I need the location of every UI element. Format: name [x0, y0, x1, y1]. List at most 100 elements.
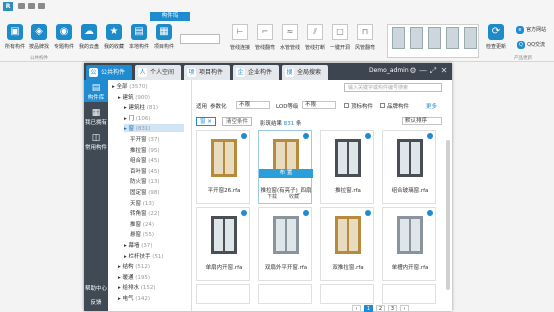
filter-use-param[interactable]: 参数化: [210, 102, 227, 110]
component-card[interactable]: [258, 284, 312, 304]
feedback-link[interactable]: 反馈: [84, 298, 108, 306]
filter-lod-dropdown[interactable]: 不限: [302, 101, 336, 109]
tree-node-label: 窗: [128, 126, 135, 133]
tree-node-count: (3570): [129, 84, 148, 90]
tool-pipe-break[interactable]: ⫽ 管线打断: [304, 24, 326, 51]
tree-node[interactable]: 固定窗 (98): [130, 188, 160, 196]
tree-node[interactable]: 平开窗 (37): [130, 135, 160, 143]
component-card[interactable]: 推拉窗(有亮子)_四扇布 置下载 收藏: [258, 130, 313, 204]
tree-node-label: 推拉窗: [130, 147, 147, 154]
clear-filters-button[interactable]: 清空条件: [222, 117, 253, 126]
component-card[interactable]: [196, 284, 250, 304]
filter-checkbox-2[interactable]: [380, 103, 385, 108]
ribbon-search-input[interactable]: [180, 34, 220, 44]
tree-node[interactable]: 悬窗 (55): [130, 230, 154, 238]
component-gallery[interactable]: [387, 24, 479, 58]
component-card[interactable]: 双推拉窗.rfa: [320, 207, 374, 281]
tree-node[interactable]: ▸ 窗 (831): [124, 124, 184, 133]
tool-pipe-bend[interactable]: ⌐ 管线翻弯: [254, 24, 276, 51]
maximize-icon[interactable]: ⤢: [428, 66, 438, 76]
tool-duct-bend[interactable]: ⊓ 风管翻弯: [354, 24, 376, 51]
project-components-button[interactable]: ▦ 项目构件: [152, 24, 176, 50]
topic-button[interactable]: ◉ 专题构件: [52, 24, 76, 50]
qq-icon: Q: [516, 41, 525, 49]
tree-node[interactable]: ▸ 暖通 (195): [118, 273, 150, 281]
gallery-item[interactable]: [392, 27, 405, 49]
sort-dropdown[interactable]: 默认排序: [402, 117, 442, 125]
favorite-button[interactable]: 收藏: [289, 193, 299, 200]
component-card[interactable]: 单槽内开窗.rfa: [382, 207, 436, 281]
user-name[interactable]: Demo_admin: [369, 67, 409, 74]
place-button[interactable]: 布 置: [259, 169, 313, 178]
active-filter-chip[interactable]: 窗 ✕: [196, 117, 216, 126]
window-thumbnail: [389, 214, 431, 256]
minimize-icon[interactable]: —: [418, 66, 428, 75]
gallery-item[interactable]: [410, 27, 423, 49]
help-center-link[interactable]: 帮助中心: [84, 284, 108, 292]
sidebar-item-owned[interactable]: ▦ 我已拥有: [84, 105, 108, 127]
tree-node-count: (24): [142, 221, 155, 228]
window-tab-bar: 公公共构件 人个人空间 项项目构件 企企业构件 搜全局搜索 Demo_admin…: [84, 63, 452, 80]
tab-personal[interactable]: 人个人空间: [135, 65, 181, 80]
tab-public[interactable]: 公公共构件: [86, 65, 132, 80]
tab-global-search[interactable]: 搜全局搜索: [282, 65, 328, 80]
component-card[interactable]: [320, 284, 374, 304]
redo-icon[interactable]: [28, 3, 35, 9]
cloud-drive-button[interactable]: ☁ 我的云盘: [77, 24, 101, 50]
local-components-button[interactable]: ▤ 本地构件: [127, 24, 151, 50]
filter-checkbox-1[interactable]: [344, 103, 349, 108]
component-card[interactable]: [382, 284, 436, 304]
public-icon: 公: [89, 68, 98, 77]
results-scrollbar[interactable]: [446, 140, 450, 290]
tool-open-hole[interactable]: □ 一键开洞: [329, 24, 351, 51]
tree-node[interactable]: ▸ 建筑柱 (81): [124, 103, 158, 111]
sidebar-item-common[interactable]: ◫ 常用构件: [84, 130, 108, 152]
website-button[interactable]: e 官方网站: [512, 25, 550, 34]
component-card[interactable]: 推拉窗.rfa: [320, 130, 374, 204]
component-card[interactable]: 双扇外平开窗.rfa: [258, 207, 312, 281]
tool-pipe-connect[interactable]: ⊢ 管线连接: [229, 24, 251, 51]
gallery-item[interactable]: [464, 27, 477, 49]
sidebar-item-library[interactable]: ▤ 构件库: [84, 80, 108, 102]
tree-node[interactable]: 防火窗 (13): [130, 177, 160, 185]
tree-node[interactable]: ▸ 电气 (142): [118, 294, 150, 302]
qq-button[interactable]: Q QQ交流: [512, 40, 550, 49]
component-card[interactable]: 平开窗26.rfa: [196, 130, 250, 204]
tree-node-label: 建筑: [122, 94, 134, 101]
check-update-icon: ⟳: [488, 24, 504, 40]
tree-node[interactable]: ▸ 门 (106): [124, 114, 151, 122]
tree-node[interactable]: 百叶窗 (45): [130, 167, 160, 175]
undo-icon[interactable]: [18, 3, 25, 9]
check-update-button[interactable]: ⟳ 检查更新: [484, 24, 508, 50]
tree-node[interactable]: 转角窗 (22): [130, 209, 160, 217]
context-tab[interactable]: 构件坞: [150, 12, 190, 21]
tree-node[interactable]: ▸ 结构 (512): [118, 262, 150, 270]
filter-use-dropdown[interactable]: 不限: [236, 101, 270, 109]
tree-node-label: 建筑柱: [128, 105, 146, 112]
tool-water-pipe[interactable]: ≈ 水管管线: [279, 24, 301, 51]
tree-node[interactable]: 组合窗 (45): [130, 156, 160, 164]
tab-enterprise[interactable]: 企企业构件: [233, 65, 279, 80]
tree-node[interactable]: 推窗 (24): [130, 220, 154, 228]
search-input[interactable]: 输入关键字或构件编号搜索: [344, 83, 442, 92]
tree-node[interactable]: ▸ 建筑 (900): [118, 93, 150, 101]
tree-node[interactable]: 推拉窗 (95): [130, 146, 160, 154]
tree-node[interactable]: ▸ 全部 (3570): [112, 82, 148, 90]
gallery-item[interactable]: [446, 27, 459, 49]
favorites-button[interactable]: ★ 我的收藏: [102, 24, 126, 50]
tree-node[interactable]: ▸ 栏杆扶手 (51): [124, 252, 164, 260]
more-filters-link[interactable]: 更多: [426, 102, 437, 110]
settings-icon[interactable]: ⚙: [408, 66, 418, 75]
close-icon[interactable]: ✕: [439, 66, 449, 75]
tree-node[interactable]: ▸ 给排水 (152): [118, 283, 156, 291]
download-button[interactable]: 下载: [267, 193, 277, 200]
all-components-button[interactable]: ▣ 所有构件: [3, 24, 27, 50]
brand-button[interactable]: ◈ 按品牌找: [27, 24, 51, 50]
tree-node[interactable]: 天窗 (13): [130, 199, 154, 207]
component-card[interactable]: 单扇内开窗.rfa: [196, 207, 250, 281]
tab-project[interactable]: 项项目构件: [184, 65, 230, 80]
component-card[interactable]: 组合玻璃窗.rfa: [382, 130, 436, 204]
tree-node[interactable]: ▸ 幕墙 (37): [124, 241, 153, 249]
gallery-item[interactable]: [428, 27, 441, 49]
save-icon[interactable]: [38, 3, 45, 9]
